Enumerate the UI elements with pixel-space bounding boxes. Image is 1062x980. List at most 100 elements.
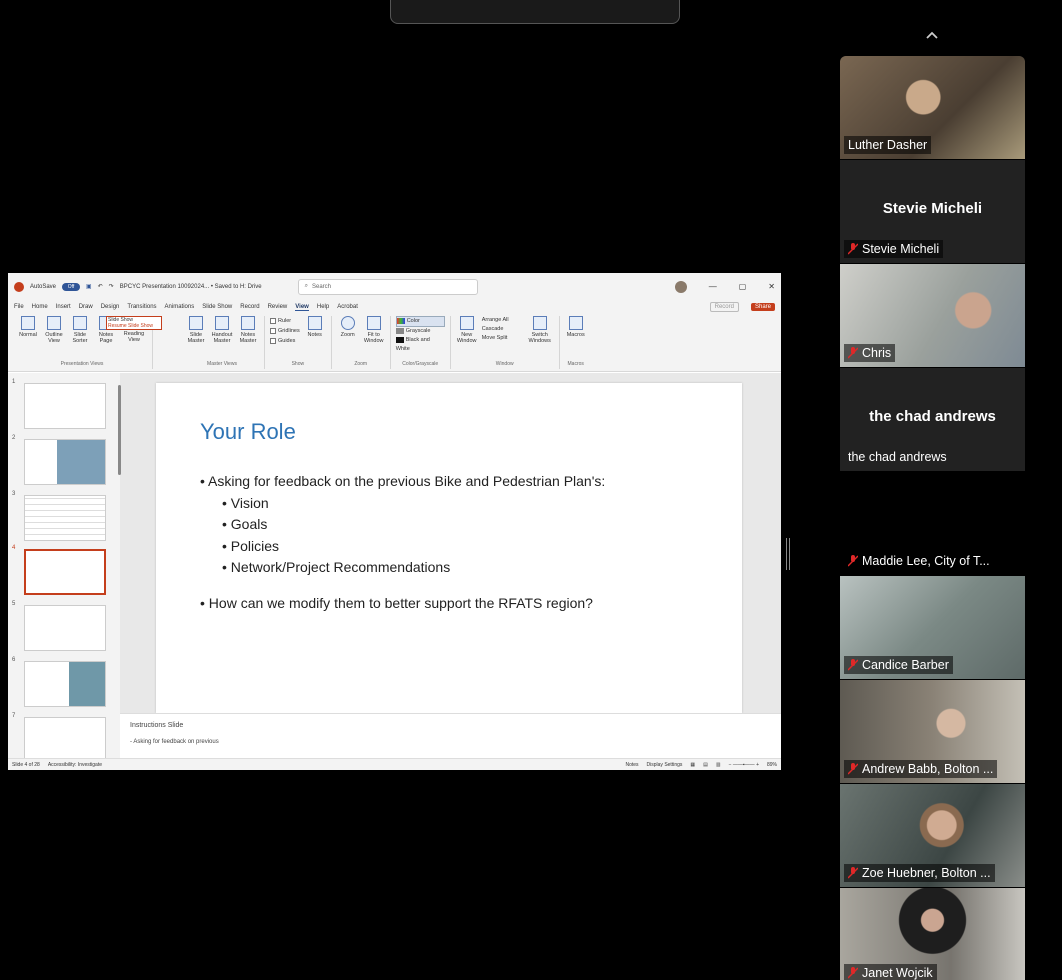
sorter-view-icon[interactable]: ▤: [703, 762, 708, 768]
group-macros: Macros Macros: [560, 316, 592, 369]
accessibility-status[interactable]: Accessibility: Investigate: [48, 762, 102, 768]
ppt-titlebar: AutoSave Off ▣ ↶ ↷ BPCYC Presentation 10…: [8, 273, 781, 300]
reading-view-button[interactable]: Slide Show Resume Slide Show Reading Vie…: [106, 316, 162, 343]
minimize-icon[interactable]: —: [709, 282, 717, 291]
autosave-toggle[interactable]: Off: [62, 282, 81, 291]
notes-pane[interactable]: Instructions Slide - Asking for feedback…: [120, 713, 781, 758]
thumbnail-scrollbar[interactable]: [118, 385, 121, 475]
meeting-top-bar[interactable]: [390, 0, 680, 24]
notes-toggle-button[interactable]: Notes: [304, 316, 326, 338]
handout-master-button[interactable]: Handout Master: [211, 316, 233, 344]
color-swatch-icon: [396, 317, 405, 324]
grayscale-option[interactable]: Grayscale: [395, 327, 445, 336]
arrange-all-button[interactable]: Arrange All: [482, 316, 522, 325]
switch-windows-button[interactable]: Switch Windows: [526, 316, 554, 344]
slide-thumbnail[interactable]: [24, 383, 106, 429]
tab-file[interactable]: File: [14, 304, 24, 310]
chevron-up-icon[interactable]: [925, 28, 939, 42]
redo-icon[interactable]: ↷: [109, 283, 114, 290]
handout-master-icon: [215, 316, 229, 330]
doc-title[interactable]: BPCYC Presentation 10092024... • Saved t…: [120, 284, 262, 290]
tab-animations[interactable]: Animations: [165, 304, 195, 310]
notes-status-button[interactable]: Notes: [625, 762, 638, 768]
tab-acrobat[interactable]: Acrobat: [337, 304, 358, 310]
gridlines-checkbox[interactable]: Gridlines: [270, 326, 300, 336]
slide-master-button[interactable]: Slide Master: [185, 316, 207, 344]
participant-name-tag: Andrew Babb, Bolton ...: [844, 760, 998, 778]
slide-thumbnail[interactable]: [24, 605, 106, 651]
ribbon-tabs: File Home Insert Draw Design Transitions…: [8, 300, 781, 314]
slide-sorter-button[interactable]: Slide Sorter: [69, 316, 91, 344]
tab-record[interactable]: Record: [240, 304, 259, 310]
participant-tile[interactable]: Zoe Huebner, Bolton ...: [840, 784, 1025, 887]
zoom-button[interactable]: Zoom: [337, 316, 359, 338]
notes-line: - Asking for feedback on previous: [130, 739, 219, 745]
close-icon[interactable]: ✕: [768, 282, 775, 291]
account-avatar[interactable]: [674, 280, 687, 293]
black-white-option[interactable]: Black and White: [395, 336, 445, 354]
tab-home[interactable]: Home: [32, 304, 48, 310]
tab-draw[interactable]: Draw: [79, 304, 93, 310]
normal-view-icon[interactable]: ▦: [690, 762, 695, 768]
sub-bullet-vision: Vision: [200, 493, 605, 515]
powerpoint-icon: [14, 281, 24, 292]
guides-checkbox[interactable]: Guides: [270, 336, 300, 346]
normal-view-button[interactable]: Normal: [17, 316, 39, 338]
view-ribbon: Normal Outline View Slide Sorter Notes P…: [8, 314, 781, 372]
current-slide[interactable]: Your Role Asking for feedback on the pre…: [156, 383, 742, 713]
participant-tile[interactable]: Maddie Lee, City of T...: [840, 472, 1025, 575]
color-option[interactable]: Color: [395, 316, 445, 327]
tab-help[interactable]: Help: [317, 304, 329, 310]
slide-thumbnail[interactable]: [24, 495, 106, 541]
tab-insert[interactable]: Insert: [56, 304, 71, 310]
save-icon[interactable]: ▣: [86, 283, 92, 290]
move-split-button[interactable]: Move Split: [482, 334, 522, 343]
participant-display-name: the chad andrews: [869, 408, 996, 425]
slide-thumbnail[interactable]: [24, 439, 106, 485]
zoom-slider[interactable]: − ——▪—— +: [729, 762, 759, 768]
group-zoom: Zoom Fit to Window Zoom: [332, 316, 391, 369]
participant-tile[interactable]: Janet Wojcik: [840, 888, 1025, 980]
tab-transitions[interactable]: Transitions: [127, 304, 156, 310]
shared-screen: AutoSave Off ▣ ↶ ↷ BPCYC Presentation 10…: [8, 273, 781, 770]
search-icon: ⌕: [304, 283, 308, 289]
outline-view-button[interactable]: Outline View: [43, 316, 65, 344]
status-bar: Slide 4 of 28 Accessibility: Investigate…: [8, 758, 781, 770]
undo-icon[interactable]: ↶: [98, 283, 103, 290]
maximize-icon[interactable]: ▢: [739, 282, 747, 291]
slide-thumbnail[interactable]: [24, 717, 106, 763]
notes-title: Instructions Slide: [130, 722, 184, 729]
display-settings-button[interactable]: Display Settings: [647, 762, 683, 768]
slide-thumbnail-selected[interactable]: [24, 549, 106, 595]
participant-tile[interactable]: Chris: [840, 264, 1025, 367]
ruler-checkbox[interactable]: Ruler: [270, 316, 300, 326]
notes-master-icon: [241, 316, 255, 330]
notes-master-button[interactable]: Notes Master: [237, 316, 259, 344]
participant-name-tag: Janet Wojcik: [844, 964, 937, 980]
fit-to-window-button[interactable]: Fit to Window: [363, 316, 385, 344]
new-window-button[interactable]: New Window: [456, 316, 478, 344]
participant-tile[interactable]: Stevie Micheli Stevie Micheli: [840, 160, 1025, 263]
share-button[interactable]: Share: [750, 303, 775, 311]
mic-muted-icon: [848, 867, 858, 879]
participant-tile[interactable]: Luther Dasher: [840, 56, 1025, 159]
tab-slide-show[interactable]: Slide Show: [202, 304, 232, 310]
panel-splitter-handle[interactable]: [786, 538, 790, 570]
tab-design[interactable]: Design: [101, 304, 120, 310]
search-input[interactable]: ⌕ Search: [297, 278, 478, 295]
macros-button[interactable]: Macros: [565, 316, 587, 338]
reading-view-icon[interactable]: ▥: [716, 762, 721, 768]
participant-tile[interactable]: Andrew Babb, Bolton ...: [840, 680, 1025, 783]
tab-review[interactable]: Review: [268, 304, 288, 310]
participant-name-tag: Candice Barber: [844, 656, 953, 674]
participant-tile[interactable]: Candice Barber: [840, 576, 1025, 679]
participant-tile[interactable]: the chad andrews the chad andrews: [840, 368, 1025, 471]
cascade-button[interactable]: Cascade: [482, 325, 522, 334]
bw-swatch-icon: [395, 336, 404, 343]
normal-view-icon: [21, 316, 35, 330]
slide-thumbnail[interactable]: [24, 661, 106, 707]
mic-muted-icon: [848, 659, 858, 671]
tab-view[interactable]: View: [295, 304, 309, 311]
record-button[interactable]: Record: [709, 302, 739, 312]
participant-display-name: Stevie Micheli: [882, 200, 983, 217]
